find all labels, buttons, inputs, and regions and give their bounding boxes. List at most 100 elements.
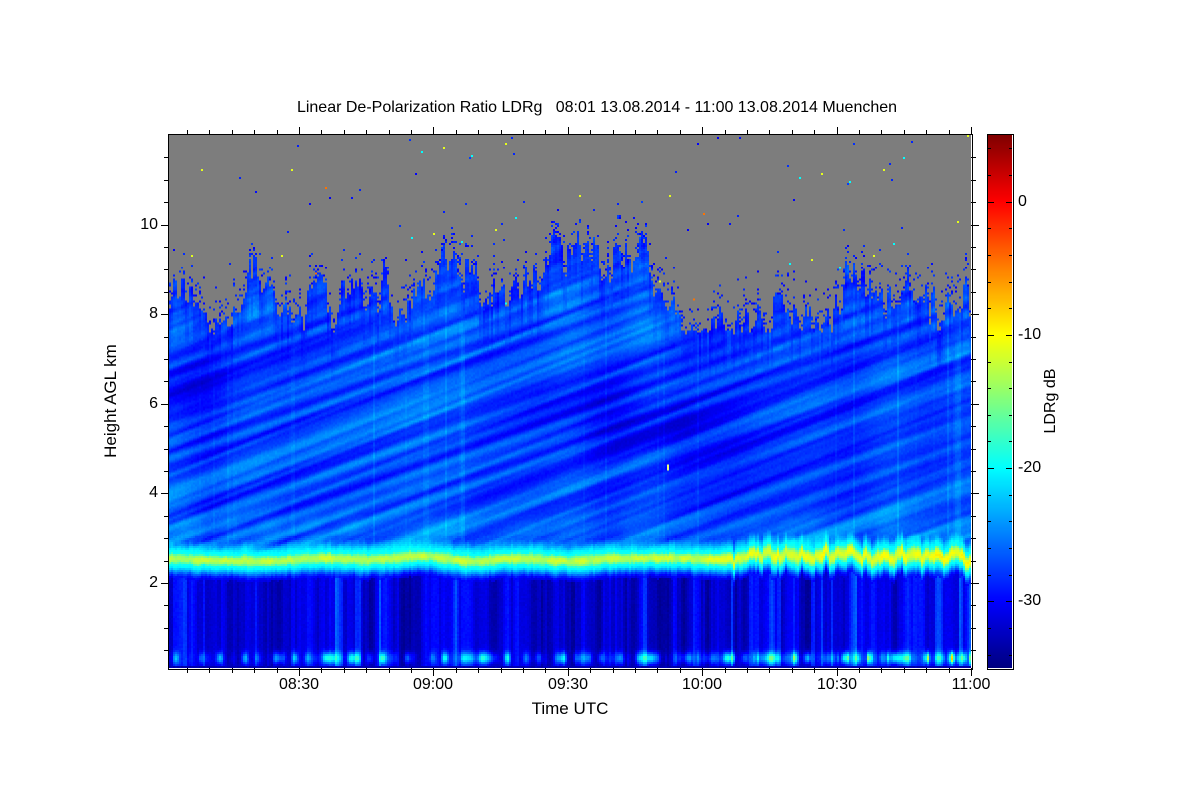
x-minor-tick-top [613,130,614,135]
y-minor-tick-right [971,180,976,181]
x-tick-label: 10:30 [816,676,858,693]
x-major-tick-top [433,127,434,135]
cbar-tick-label: -20 [1018,459,1042,476]
x-minor-tick-top [792,130,793,135]
y-minor-tick-right [971,426,976,427]
heatmap-canvas [169,135,971,668]
cbar-tick-label: -30 [1018,592,1042,609]
x-major-tick [299,668,300,676]
x-minor-tick-top [590,130,591,135]
y-minor-tick-right [971,247,976,248]
y-minor-tick [164,561,169,562]
x-minor-tick [411,668,412,673]
y-minor-tick-right [971,292,976,293]
x-minor-tick-top [859,130,860,135]
y-major-tick [161,225,169,226]
x-minor-tick [769,668,770,673]
x-minor-tick-top [321,130,322,135]
cbar-minor-tick [988,548,991,549]
x-minor-tick-top [545,130,546,135]
x-minor-tick [277,668,278,673]
cbar-minor-tick [988,282,991,283]
y-minor-tick [164,180,169,181]
y-major-tick [161,404,169,405]
y-minor-tick [164,650,169,651]
x-minor-tick [344,668,345,673]
cbar-major-tick [988,468,994,469]
cbar-minor-tick-right [1009,441,1012,442]
x-minor-tick [881,668,882,673]
x-minor-tick-top [635,130,636,135]
cbar-major-tick-right [1006,335,1012,336]
x-tick-label: 09:30 [547,676,589,693]
cbar-major-tick [988,202,994,203]
cbar-minor-tick [988,362,991,363]
x-minor-tick-top [904,130,905,135]
y-minor-tick-right [971,449,976,450]
x-tick-label: 09:00 [412,676,454,693]
x-minor-tick-top [277,130,278,135]
cbar-minor-tick-right [1009,362,1012,363]
y-minor-tick-right [971,650,976,651]
y-minor-tick [164,628,169,629]
x-minor-tick [523,668,524,673]
cbar-major-tick [988,335,994,336]
x-minor-tick-top [232,130,233,135]
y-minor-tick [164,269,169,270]
cbar-major-tick-right [1006,202,1012,203]
x-minor-tick [725,668,726,673]
y-tick-label: 10 [140,216,158,233]
x-minor-tick [456,668,457,673]
x-minor-tick [613,668,614,673]
cbar-minor-tick-right [1009,655,1012,656]
x-minor-tick-top [344,130,345,135]
y-minor-tick [164,538,169,539]
y-minor-tick-right [971,359,976,360]
y-minor-tick [164,381,169,382]
y-minor-tick [164,426,169,427]
x-minor-tick [478,668,479,673]
y-tick-label: 8 [149,305,158,322]
x-minor-tick-top [926,130,927,135]
colorbar-canvas [988,135,1012,668]
y-tick-label: 2 [149,574,158,591]
x-minor-tick-top [657,130,658,135]
x-major-tick-top [971,127,972,135]
y-tick-label: 4 [149,484,158,501]
y-major-tick [161,493,169,494]
x-minor-tick [635,668,636,673]
x-minor-tick [792,668,793,673]
lidar-quicklook-page: Linear De-Polarization Ratio LDRg 08:01 … [0,0,1200,800]
y-minor-tick [164,449,169,450]
x-minor-tick-top [680,130,681,135]
x-minor-tick [187,668,188,673]
y-minor-tick [164,605,169,606]
y-major-tick-right [971,493,979,494]
x-major-tick [433,668,434,676]
cbar-minor-tick [988,521,991,522]
cbar-minor-tick [988,308,991,309]
x-minor-tick [814,668,815,673]
y-minor-tick [164,247,169,248]
y-minor-tick-right [971,538,976,539]
x-major-tick [837,668,838,676]
x-axis-title: Time UTC [531,699,609,718]
cbar-minor-tick [988,441,991,442]
x-major-tick-top [299,127,300,135]
x-minor-tick-top [366,130,367,135]
x-minor-tick-top [411,130,412,135]
x-minor-tick [949,668,950,673]
cbar-minor-tick [988,148,991,149]
y-major-tick [161,583,169,584]
y-minor-tick-right [971,471,976,472]
x-minor-tick [254,668,255,673]
x-major-tick [568,668,569,676]
x-minor-tick-top [747,130,748,135]
y-minor-tick-right [971,269,976,270]
cbar-minor-tick-right [1009,255,1012,256]
y-minor-tick [164,337,169,338]
cbar-minor-tick-right [1009,521,1012,522]
cbar-major-tick-right [1006,601,1012,602]
x-minor-tick-top [389,130,390,135]
y-major-tick-right [971,314,979,315]
